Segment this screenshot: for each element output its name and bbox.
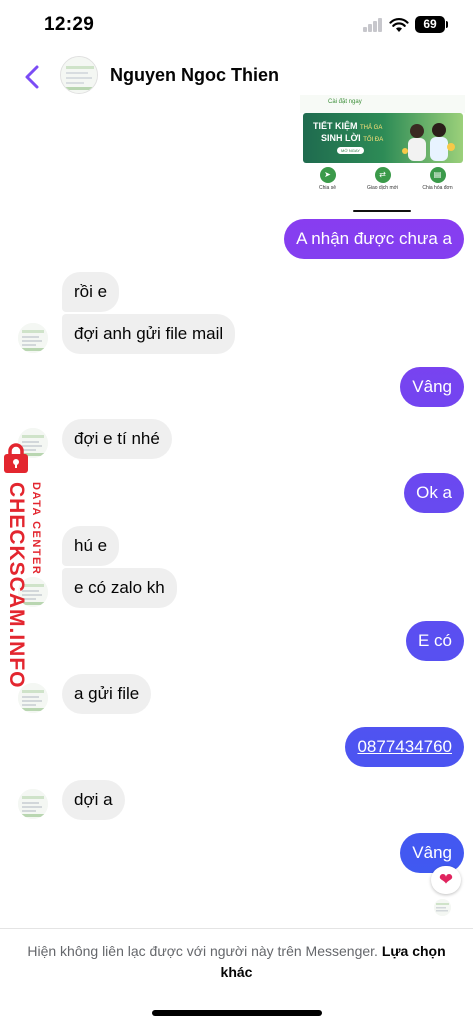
message-bubble-sent[interactable]: Vâng	[400, 367, 464, 407]
message-bubble-sent[interactable]: Ok a	[404, 473, 464, 513]
status-bar: 12:29 69	[0, 0, 473, 50]
message-bubble-received[interactable]: e có zalo kh	[62, 568, 177, 608]
message-bubble-received[interactable]: dợi a	[62, 780, 125, 820]
home-indicator[interactable]	[152, 1010, 322, 1016]
shared-image-action: ▤ Chia hóa đơn	[415, 167, 460, 195]
transfer-icon: ⇄	[374, 167, 391, 183]
watermark: DATA CENTER CHECKSCAM.INFO	[2, 436, 52, 689]
message-bubble-received[interactable]: rồi e	[62, 272, 120, 312]
phone-number-link[interactable]: 0877434760	[357, 737, 452, 756]
status-icons: 69	[363, 16, 448, 33]
shared-image-action-label: Chia hóa đơn	[422, 185, 453, 191]
banner-line2: SINH LỜI	[321, 133, 361, 143]
shared-image-action-label: Giao dịch mới	[366, 185, 399, 191]
message-bubble-received[interactable]: đợi anh gửi file mail	[62, 314, 236, 354]
footer-divider	[0, 928, 473, 929]
banner-cta: MỞ NGAY	[337, 147, 364, 154]
sender-avatar[interactable]	[18, 789, 48, 819]
seen-avatar	[434, 899, 451, 916]
chevron-left-icon[interactable]	[18, 60, 48, 94]
wifi-icon	[389, 17, 409, 32]
receipt-icon: ▤	[429, 167, 446, 183]
banner-line1-small: THẢ GA	[360, 125, 383, 131]
banner-people-illustration	[402, 123, 455, 161]
message-bubble-sent[interactable]: E có	[405, 621, 464, 661]
lock-icon	[4, 443, 28, 473]
battery-indicator: 69	[415, 16, 448, 33]
status-time: 12:29	[44, 14, 95, 35]
banner-line1: TIẾT KIỆM	[313, 121, 358, 131]
unavailable-notice: Hiện không liên lạc được với người này t…	[20, 941, 453, 983]
banner-line2-small: TỐI ĐA	[363, 137, 384, 143]
shared-image-action-label: Chia sẻ	[319, 185, 336, 191]
message-bubble-sent[interactable]: 0877434760	[345, 727, 464, 767]
shared-image-banner: TIẾT KIỆM THẢ GA SINH LỜI TỐI ĐA MỞ NGAY	[303, 113, 463, 163]
shared-image-action: ➤ Chia sẻ	[305, 167, 350, 195]
image-indicator	[353, 210, 411, 212]
shared-image-actions: ➤ Chia sẻ ⇄ Giao dịch mới ▤ Chia hóa đơn	[300, 167, 465, 195]
cellular-signal-icon	[363, 17, 383, 32]
message-bubble-sent[interactable]: A nhận được chưa a	[284, 219, 464, 259]
contact-name[interactable]: Nguyen Ngoc Thien	[110, 65, 279, 86]
contact-avatar[interactable]	[60, 56, 98, 94]
message-bubble-received[interactable]: a gửi file	[62, 674, 152, 714]
message-bubble-received[interactable]: đợi e tí nhé	[62, 419, 172, 459]
heart-icon[interactable]: ❤	[431, 866, 461, 894]
sender-avatar[interactable]	[18, 323, 48, 353]
shared-image-top-text: Cài đặt ngay	[300, 95, 465, 113]
shared-image-action: ⇄ Giao dịch mới	[360, 167, 405, 195]
message-bubble-received[interactable]: hú e	[62, 526, 120, 566]
watermark-subtitle: DATA CENTER	[30, 482, 42, 576]
send-icon: ➤	[319, 167, 336, 183]
notice-text: Hiện không liên lạc được với người này t…	[27, 943, 378, 959]
watermark-brand: CHECKSCAM.INFO	[5, 482, 28, 689]
message-bubble-sent[interactable]: Vâng	[400, 833, 464, 873]
shared-image[interactable]: Cài đặt ngay TIẾT KIỆM THẢ GA SINH LỜI T…	[300, 95, 465, 195]
